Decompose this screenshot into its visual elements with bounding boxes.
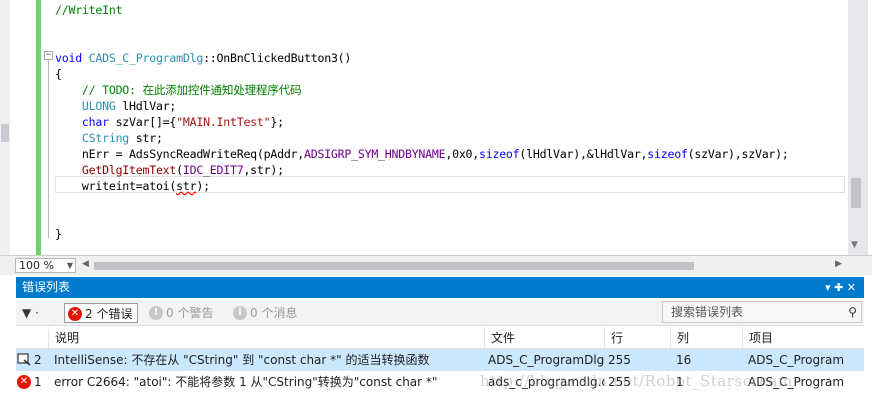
warnings-count: 0 个警告 — [166, 306, 214, 320]
row-number: 2 — [34, 353, 42, 367]
scrollbar-thumb[interactable] — [851, 178, 861, 208]
row-description: IntelliSense: 不存在从 "CString" 到 "const ch… — [54, 353, 430, 367]
zoom-value: 100 % — [19, 259, 54, 272]
panel-window-buttons[interactable]: ▾ ✚ ✕ — [825, 277, 856, 298]
scroll-down-icon[interactable]: ▼ — [851, 240, 858, 250]
search-input[interactable]: 搜索错误列表 ⚲ — [662, 301, 862, 323]
scroll-right-icon[interactable]: ▶ — [835, 259, 842, 269]
code-token: ,str); — [243, 163, 284, 177]
code-line: CString str; — [55, 130, 163, 146]
code-token: ( — [176, 163, 183, 177]
code-token: IDC_EDIT7 — [182, 163, 244, 177]
code-line: void CADS_C_ProgramDlg::OnBnClickedButto… — [55, 50, 351, 66]
watermark: http://blog.csdn.net/Robot_Starscream — [480, 372, 793, 390]
code-token: szVar[]={ — [108, 115, 177, 129]
code-token: ULONG — [55, 99, 116, 113]
row-number: 1 — [34, 375, 42, 389]
code-line: nErr = AdsSyncReadWriteReq(pAddr,ADSIGRP… — [55, 146, 789, 162]
intellisense-icon — [17, 353, 31, 366]
code-token: ); — [196, 179, 210, 193]
editor-left-margin — [0, 0, 10, 255]
code-line: char szVar[]={"MAIN.IntTest"}; — [55, 114, 284, 130]
hscrollbar-thumb[interactable] — [94, 262, 694, 270]
errors-filter-button[interactable]: ✕ 2 个错误 — [64, 303, 138, 323]
outline-guide — [48, 60, 49, 238]
row-project: ADS_C_Program — [748, 353, 845, 367]
scroll-left-icon[interactable]: ◀ — [82, 259, 89, 269]
table-row[interactable]: 2 IntelliSense: 不存在从 "CString" 到 "const … — [16, 349, 864, 371]
ide-window: − //WriteIntvoid CADS_C_ProgramDlg::OnBn… — [0, 0, 872, 406]
error-list-title-bar: 错误列表 ▾ ✚ ✕ — [16, 277, 864, 298]
code-token: ADSIGRP_SYM_HNDBYNAME — [304, 147, 446, 161]
warnings-filter-button[interactable]: ! 0 个警告 — [146, 303, 220, 323]
code-line: writeint=atoi(str); — [55, 178, 210, 194]
code-token: }; — [270, 115, 284, 129]
code-token: nErr = AdsSyncReadWriteReq(pAddr, — [55, 147, 305, 161]
outline-collapse-icon[interactable]: − — [44, 51, 53, 60]
code-token: writeint=atoi( — [55, 179, 177, 193]
code-token: "MAIN.IntTest" — [176, 115, 271, 129]
code-token: sizeof — [479, 147, 520, 161]
margin-marker — [1, 124, 9, 142]
change-tracking-bar — [36, 0, 41, 255]
filter-dropdown[interactable]: ▼ · — [22, 303, 62, 323]
editor-horizontal-scrollbar[interactable]: ◀ ▶ — [82, 259, 842, 273]
row-file: ADS_C_ProgramDlg.cpp — [488, 353, 604, 367]
code-token: //WriteInt — [55, 3, 123, 17]
zoom-select[interactable]: 100 % ▼ — [15, 258, 76, 273]
code-token: void — [55, 51, 89, 65]
col-project[interactable]: 项目 — [742, 327, 864, 349]
code-token: ,0x0, — [445, 147, 480, 161]
code-line: //WriteInt — [55, 2, 123, 18]
col-line[interactable]: 行 — [604, 327, 670, 349]
code-line: ULONG lHdlVar; — [55, 98, 176, 114]
search-placeholder: 搜索错误列表 — [671, 305, 744, 319]
code-editor[interactable]: − //WriteIntvoid CADS_C_ProgramDlg::OnBn… — [0, 0, 872, 255]
code-token: char — [55, 115, 109, 129]
messages-count: 0 个消息 — [250, 306, 298, 320]
code-token: lHdlVar; — [115, 99, 177, 113]
code-token: (lHdlVar),&lHdlVar, — [519, 147, 648, 161]
table-header: 说明 文件 行 列 项目 — [16, 327, 864, 349]
code-token: str; — [129, 131, 163, 145]
info-icon: i — [233, 306, 247, 320]
code-line: // TODO: 在此添加控件通知处理程序代码 — [55, 82, 302, 98]
code-token: sizeof — [647, 147, 688, 161]
code-token: str — [176, 179, 197, 193]
errors-count: 2 个错误 — [85, 307, 133, 321]
editor-vertical-scrollbar[interactable]: ▼ — [848, 0, 868, 255]
row-description: error C2664: "atoi": 不能将参数 1 从"CString"转… — [54, 375, 438, 389]
error-icon: ✕ — [68, 307, 82, 321]
warning-icon: ! — [149, 306, 163, 320]
code-line: GetDlgItemText(IDC_EDIT7,str); — [55, 162, 284, 178]
code-token: CADS_C_ProgramDlg — [88, 51, 204, 65]
col-column[interactable]: 列 — [670, 327, 742, 349]
search-icon[interactable]: ⚲ — [848, 302, 857, 322]
row-line: 255 — [608, 353, 631, 367]
zoom-bar: 100 % ▼ ◀ ▶ — [0, 255, 872, 275]
messages-filter-button[interactable]: i0 个消息 — [230, 303, 304, 323]
code-token: // TODO: 在此添加控件通知处理程序代码 — [55, 83, 302, 97]
col-file[interactable]: 文件 — [484, 327, 604, 349]
code-token: { — [55, 67, 62, 81]
code-token: ::OnBnClickedButton3() — [203, 51, 352, 65]
code-line: { — [55, 66, 62, 82]
code-line: } — [55, 226, 62, 242]
col-description[interactable]: 说明 — [48, 327, 484, 349]
chevron-down-icon: ▼ — [66, 261, 73, 270]
row-column: 16 — [676, 353, 692, 367]
code-token: } — [55, 227, 62, 241]
error-icon: ✕ — [17, 375, 31, 389]
code-token: GetDlgItemText — [55, 163, 177, 177]
panel-title: 错误列表 — [22, 280, 71, 294]
code-token: CString — [55, 131, 130, 145]
error-list-toolbar: ▼ · ✕ 2 个错误 ! 0 个警告 i0 个消息 搜索错误列表 ⚲ — [16, 300, 864, 326]
code-token: (szVar),szVar); — [687, 147, 789, 161]
